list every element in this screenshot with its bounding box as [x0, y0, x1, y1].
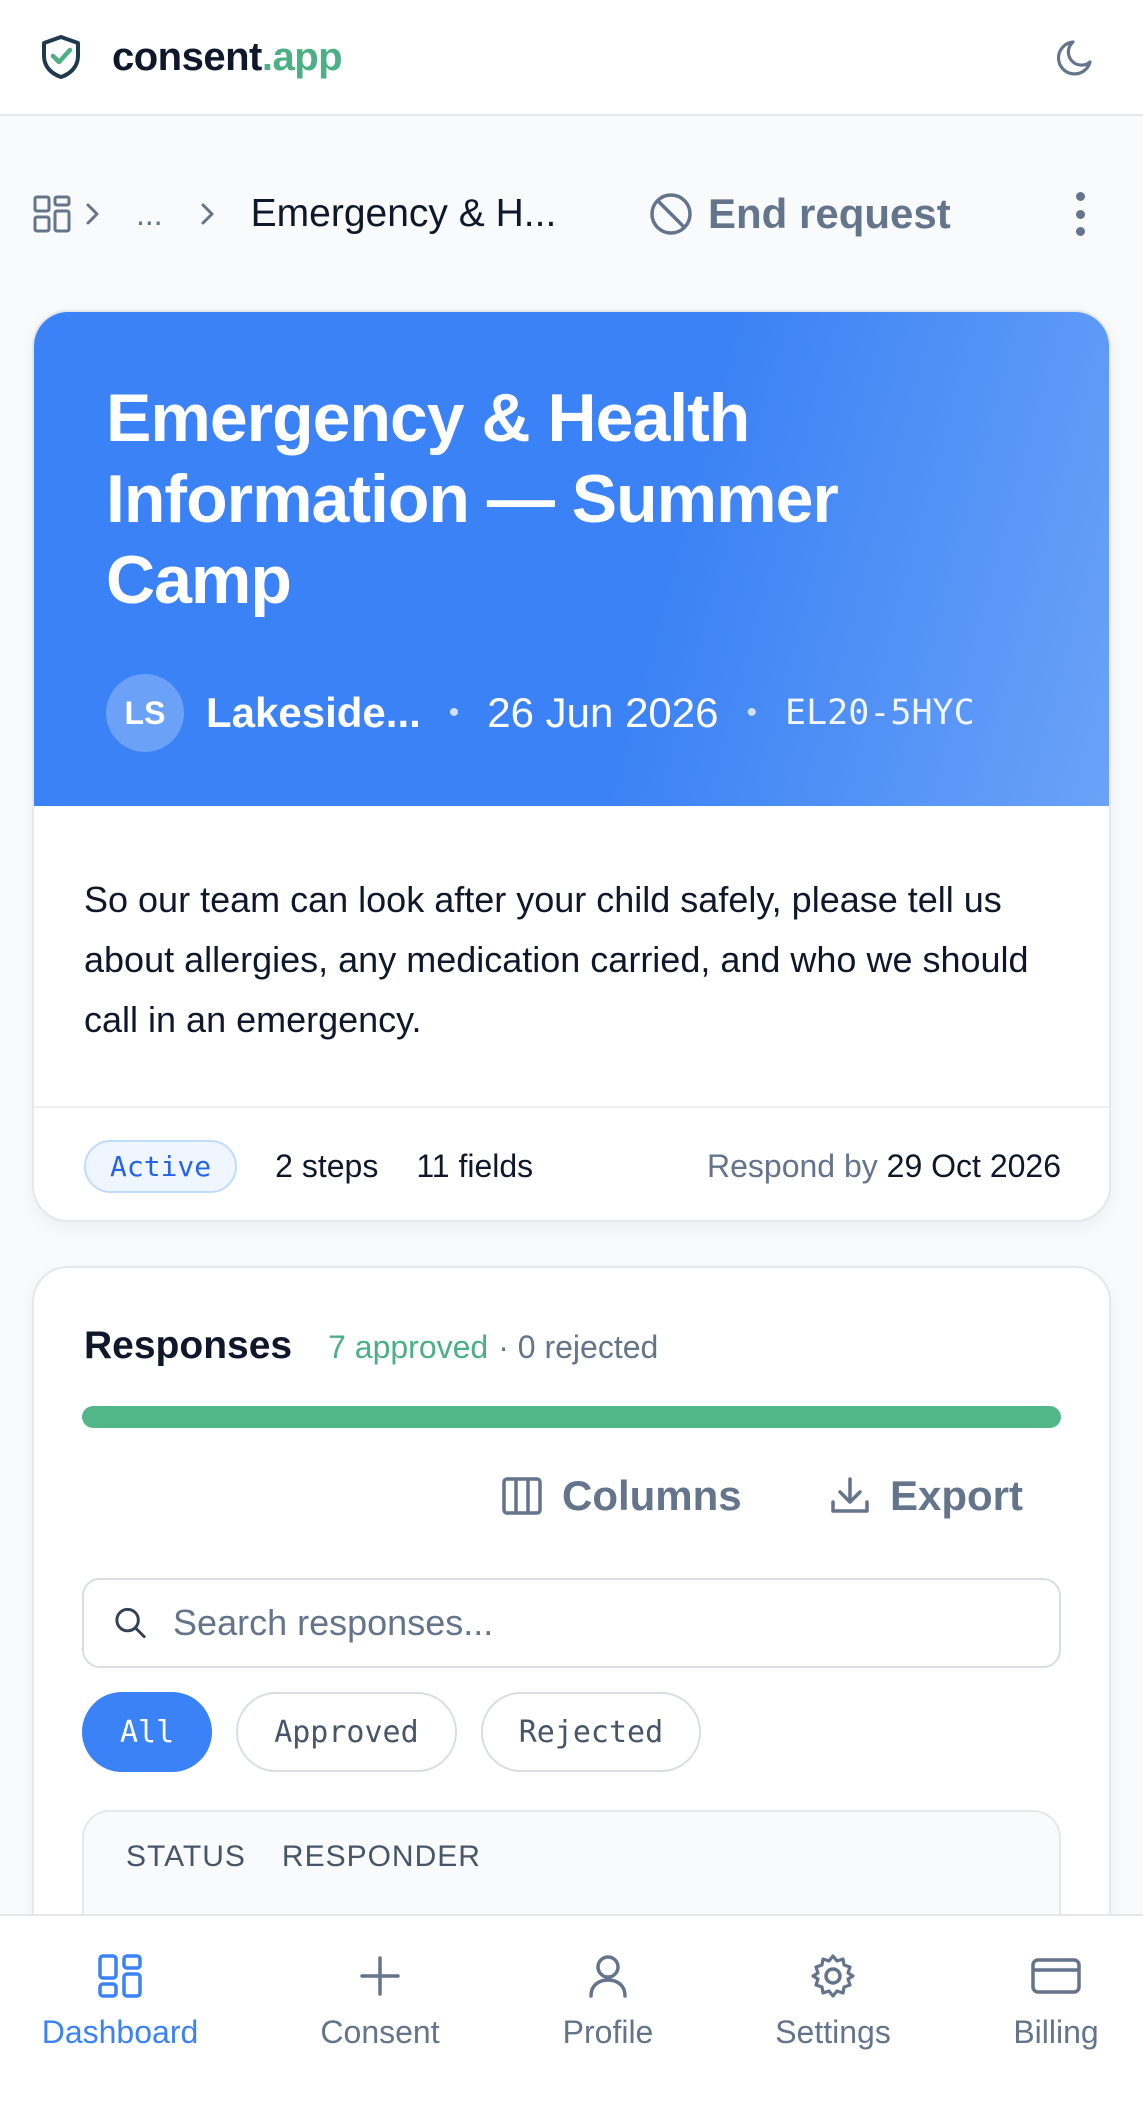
- organization-name: Lakeside...: [206, 689, 421, 736]
- fields-count: 11 fields: [416, 1147, 534, 1184]
- filter-all[interactable]: All: [82, 1692, 213, 1772]
- columns-label: Columns: [562, 1472, 742, 1519]
- chevron-right-icon: [201, 203, 214, 225]
- request-summary: Active 2 steps 11 fields Respond by 29 O…: [34, 1108, 1109, 1220]
- chevron-right-icon: [86, 203, 99, 225]
- search-icon: [115, 1607, 146, 1639]
- filter-chips: All Approved Rejected: [34, 1668, 1109, 1772]
- meta-separator: •: [448, 696, 460, 729]
- filter-rejected[interactable]: Rejected: [480, 1692, 702, 1772]
- column-header-responder[interactable]: RESPONDER: [282, 1840, 481, 1874]
- approved-count: 7 approved: [328, 1329, 489, 1365]
- nav-settings[interactable]: Settings: [733, 1952, 933, 2051]
- theme-toggle-button[interactable]: [1049, 32, 1101, 84]
- request-meta: LS Lakeside... • 26 Jun 2026 • EL20-5HYC: [106, 674, 975, 752]
- nav-consent[interactable]: Consent: [280, 1952, 480, 2051]
- rejected-count: · 0 rejected: [498, 1329, 659, 1365]
- request-title: Emergency & Health Information — Summer …: [106, 380, 839, 618]
- brand-name: consent.app: [112, 34, 343, 79]
- moon-icon: [1056, 40, 1092, 76]
- nav-billing[interactable]: Billing: [956, 1952, 1143, 2051]
- breadcrumb: ... Emergency & H... End request: [0, 174, 1143, 254]
- download-icon: [831, 1477, 869, 1513]
- request-card: Emergency & Health Information — Summer …: [32, 310, 1111, 1222]
- filter-approved[interactable]: Approved: [236, 1692, 457, 1772]
- top-bar: consent.app: [0, 0, 1143, 116]
- brand-logo[interactable]: consent.app: [40, 34, 343, 80]
- columns-icon: [502, 1477, 542, 1515]
- request-code: EL20-5HYC: [785, 693, 975, 733]
- steps-count: 2 steps: [275, 1147, 379, 1184]
- export-button[interactable]: Export: [828, 1472, 1023, 1520]
- approval-progress-bar: [82, 1406, 1061, 1428]
- responses-toolbar: Columns Export: [34, 1428, 1109, 1578]
- meta-separator: •: [746, 696, 758, 729]
- bottom-nav: Dashboard Consent Profile Settings Billi…: [0, 1914, 1143, 2120]
- export-label: Export: [890, 1472, 1024, 1519]
- end-request-button[interactable]: End request: [648, 174, 951, 254]
- search-box[interactable]: [82, 1578, 1061, 1668]
- dashboard-icon: [98, 1954, 142, 1998]
- avatar: LS: [106, 674, 184, 752]
- breadcrumb-current: Emergency & H...: [250, 192, 557, 235]
- shield-check-icon: [42, 35, 80, 79]
- nav-label: Billing: [1013, 2014, 1099, 2050]
- grid-icon[interactable]: [32, 194, 72, 234]
- more-options-icon[interactable]: [1065, 188, 1095, 240]
- breadcrumb-ellipsis[interactable]: ...: [136, 196, 163, 233]
- plus-icon: [360, 1956, 400, 1996]
- responses-header: Responses 7 approved · 0 rejected: [34, 1268, 1109, 1368]
- user-icon: [589, 1955, 627, 1998]
- responses-card: Responses 7 approved · 0 rejected Column…: [32, 1266, 1111, 2026]
- credit-card-icon: [1031, 1958, 1081, 1994]
- search-input[interactable]: [173, 1602, 1031, 1644]
- nav-label: Dashboard: [41, 2014, 199, 2050]
- gear-icon: [811, 1954, 855, 1998]
- request-description: So our team can look after your child sa…: [34, 806, 1109, 1108]
- request-hero: Emergency & Health Information — Summer …: [34, 312, 1109, 806]
- approval-progress-fill: [82, 1406, 1061, 1428]
- nav-dashboard[interactable]: Dashboard: [20, 1952, 220, 2051]
- respond-by: Respond by 29 Oct 2026: [706, 1147, 1061, 1184]
- end-request-label: End request: [708, 190, 951, 237]
- responses-title: Responses: [84, 1324, 293, 1367]
- request-date: 26 Jun 2026: [487, 689, 719, 736]
- nav-label: Profile: [562, 2014, 654, 2050]
- ban-icon: [650, 193, 692, 235]
- nav-label: Settings: [775, 2014, 891, 2050]
- status-badge: Active: [84, 1139, 238, 1193]
- column-header-status[interactable]: STATUS: [126, 1840, 246, 1874]
- nav-label: Consent: [320, 2014, 440, 2050]
- nav-profile[interactable]: Profile: [508, 1952, 708, 2051]
- columns-button[interactable]: Columns: [500, 1472, 742, 1520]
